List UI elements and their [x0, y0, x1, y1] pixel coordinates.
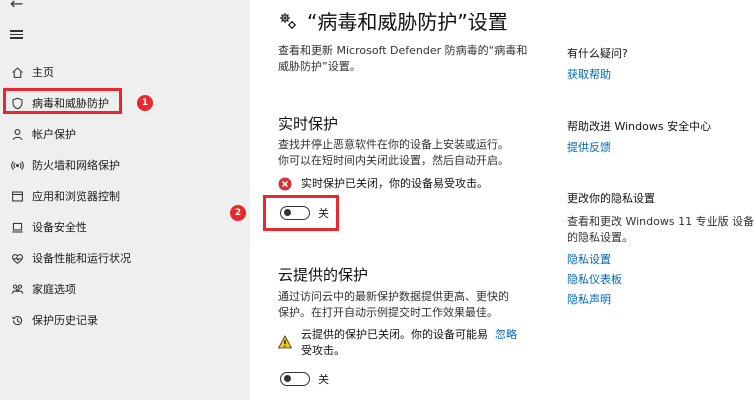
toggle-label: 关: [318, 373, 329, 386]
privacy-statement-link[interactable]: 隐私声明: [567, 291, 611, 307]
realtime-status: 实时保护已关闭，你的设备易受攻击。: [278, 176, 488, 192]
dismiss-link[interactable]: 忽略: [495, 328, 517, 341]
family-icon: [9, 281, 25, 297]
home-icon: [9, 64, 25, 80]
sidebar-item-label: 帐户保护: [32, 128, 76, 141]
wifi-icon: [9, 157, 25, 173]
sidebar-item-account[interactable]: 帐户保护: [0, 122, 250, 146]
sidebar-item-family[interactable]: 家庭选项: [0, 277, 250, 301]
sidebar: ← 主页 病毒和威胁防护 帐户保护 防火墙和网络保护 应用和浏览器控制 设备安全…: [0, 0, 250, 400]
browser-window-icon: [9, 188, 25, 204]
heart-icon: [9, 250, 25, 266]
sidebar-item-firewall[interactable]: 防火墙和网络保护: [0, 153, 250, 177]
cloud-toggle[interactable]: 关: [280, 371, 329, 387]
warning-icon: [278, 335, 292, 349]
cloud-section-title: 云提供的保护: [278, 266, 369, 284]
feedback-link[interactable]: 提供反馈: [567, 139, 611, 155]
privacy-settings-link[interactable]: 隐私设置: [567, 251, 611, 267]
privacy-dashboard-link[interactable]: 隐私仪表板: [567, 271, 622, 287]
realtime-description: 查找并停止恶意软件在你的设备上安装或运行。 你可以在短时间内关闭此设置，然后自动…: [278, 138, 509, 167]
sidebar-item-label: 主页: [32, 66, 54, 79]
person-icon: [9, 126, 25, 142]
privacy-heading: 更改你的隐私设置: [567, 192, 655, 205]
toggle-switch[interactable]: [280, 372, 310, 386]
realtime-section-title: 实时保护: [278, 115, 339, 133]
sidebar-item-history[interactable]: 保护历史记录: [0, 308, 250, 332]
privacy-description: 查看和更改 Windows 11 专业版 设备 的隐私设置。: [567, 215, 755, 244]
menu-icon[interactable]: [10, 28, 23, 41]
questions-heading: 有什么疑问?: [567, 47, 628, 60]
sidebar-item-app-browser[interactable]: 应用和浏览器控制: [0, 184, 250, 208]
page-title: “病毒和威胁防护”设置: [278, 6, 508, 35]
page-title-text: “病毒和威胁防护”设置: [307, 10, 508, 34]
sidebar-item-label: 防火墙和网络保护: [32, 159, 120, 172]
highlight-box-2: [263, 195, 339, 231]
page-description: 查看和更新 Microsoft Defender 防病毒的“病毒和 威胁防护”设…: [278, 44, 528, 73]
improve-heading: 帮助改进 Windows 安全中心: [567, 120, 712, 133]
sidebar-item-device-security[interactable]: 设备安全性: [0, 215, 250, 239]
laptop-icon: [9, 219, 25, 235]
annotation-badge-2: 2: [230, 205, 246, 221]
sidebar-item-label: 家庭选项: [32, 283, 76, 296]
highlight-box-1: [3, 88, 122, 114]
sidebar-item-label: 设备安全性: [32, 221, 87, 234]
get-help-link[interactable]: 获取帮助: [567, 66, 611, 82]
back-arrow-icon[interactable]: ←: [10, 0, 23, 13]
sidebar-item-home[interactable]: 主页: [0, 60, 250, 84]
annotation-badge-1: 1: [137, 95, 153, 111]
sidebar-item-device-health[interactable]: 设备性能和运行状况: [0, 246, 250, 270]
error-x-icon: [278, 177, 292, 191]
sidebar-item-label: 设备性能和运行状况: [32, 252, 131, 265]
sidebar-item-label: 应用和浏览器控制: [32, 190, 120, 203]
gears-icon: [280, 12, 296, 29]
cloud-description: 通过访问云中的最新保护数据提供更高、更快的 保护。在打开自动示例提交时工作效果最…: [278, 290, 509, 319]
cloud-status: 云提供的保护已关闭。你的设备可能易 忽略 受攻击。: [278, 327, 517, 359]
sidebar-item-label: 保护历史记录: [32, 314, 98, 327]
history-icon: [9, 312, 25, 328]
